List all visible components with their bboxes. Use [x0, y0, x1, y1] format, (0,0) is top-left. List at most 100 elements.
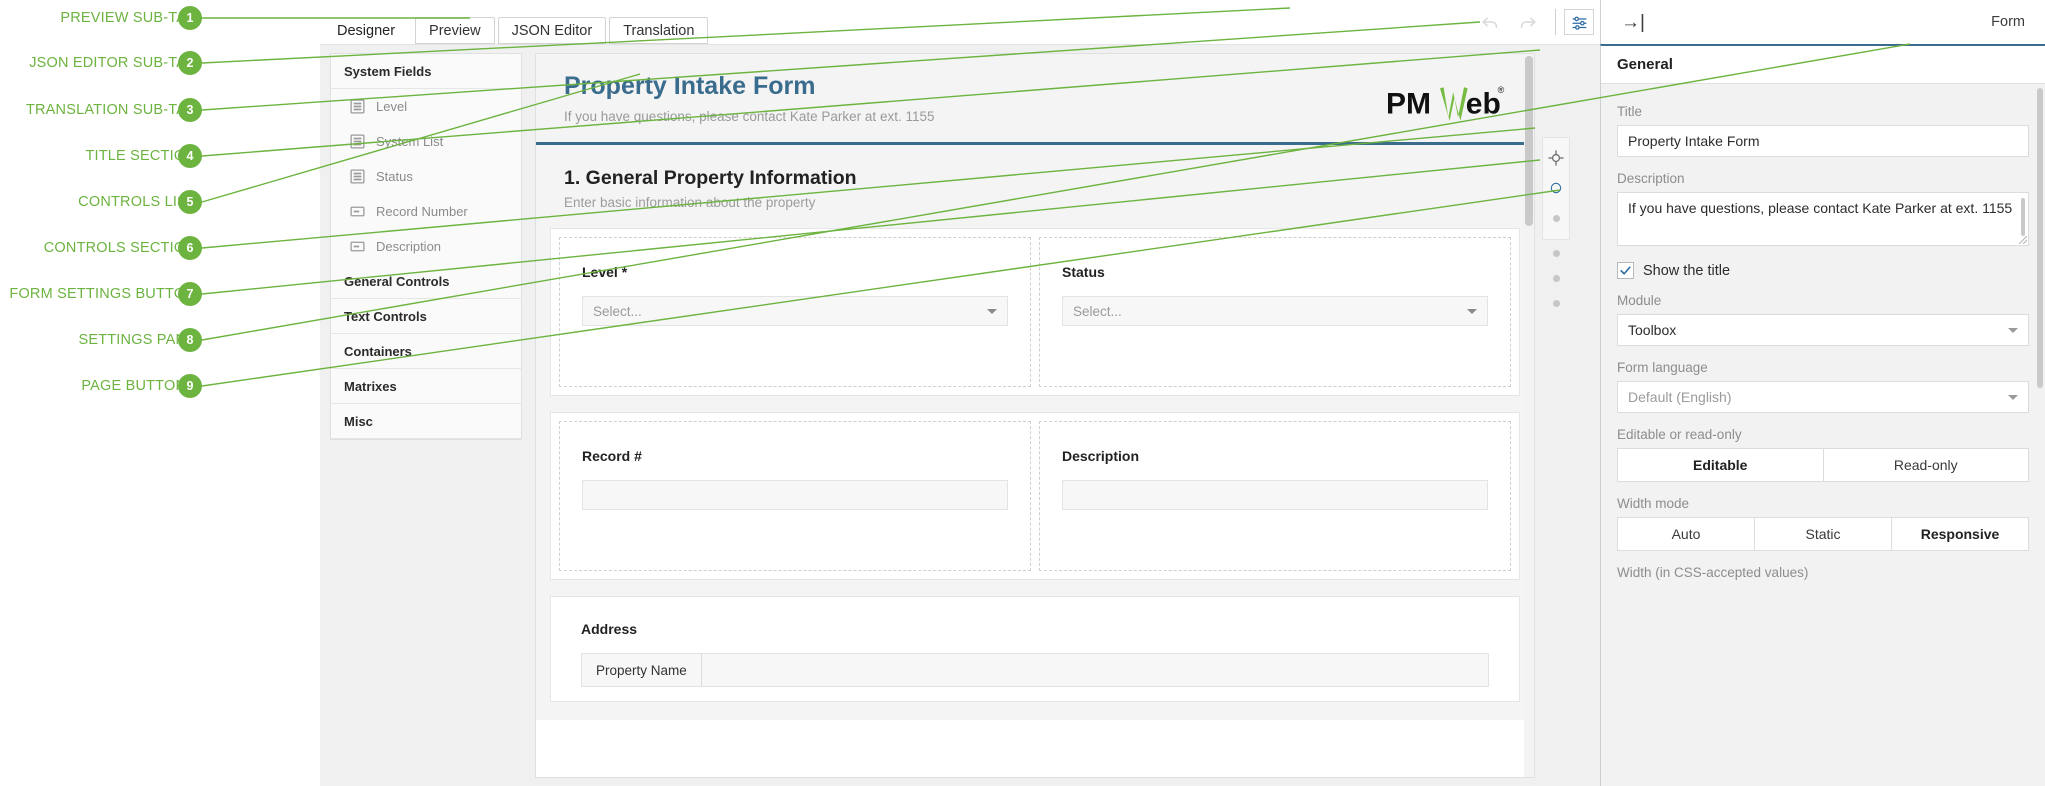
list-control-icon	[349, 168, 366, 185]
form-title-section[interactable]: PM eb ® Property Intake Form If you have…	[536, 54, 1534, 145]
address-table-row[interactable]: Property Name	[581, 653, 1489, 687]
callout-2: JSON EDITOR SUB-TAB	[0, 50, 205, 76]
form-cell-record-number[interactable]: Record #	[559, 421, 1031, 571]
form-subtitle: If you have questions, please contact Ka…	[564, 109, 935, 124]
add-page-button[interactable]	[1544, 176, 1568, 200]
controls-group-containers[interactable]: Containers	[331, 334, 521, 369]
callout-4: TITLE SECTION	[0, 143, 205, 169]
circle-icon	[1550, 182, 1562, 194]
controls-group-matrixes[interactable]: Matrixes	[331, 369, 521, 404]
control-item-label: Record Number	[376, 204, 468, 219]
field-label-level: Level *	[582, 264, 628, 280]
pmweb-logo: PM eb ®	[1386, 80, 1506, 133]
form-title: Property Intake Form	[564, 72, 816, 100]
settings-editable-option-editable[interactable]: Editable	[1618, 449, 1824, 481]
control-item-description[interactable]: Description	[331, 229, 521, 264]
move-page-button[interactable]	[1544, 146, 1568, 170]
settings-show-title-label: Show the title	[1643, 262, 1731, 279]
svg-text:eb: eb	[1466, 88, 1501, 121]
textarea-scrollbar[interactable]	[2021, 198, 2025, 236]
tab-designer[interactable]: Designer	[320, 17, 412, 44]
list-control-icon	[349, 98, 366, 115]
settings-width-mode-option-auto[interactable]: Auto	[1618, 518, 1755, 550]
callout-5-label: CONTROLS LIST	[78, 194, 196, 210]
tab-preview[interactable]: Preview	[415, 17, 495, 44]
callout-6: CONTROLS SECTION	[0, 235, 205, 261]
section-subtitle: Enter basic information about the proper…	[564, 195, 816, 210]
controls-group-general-controls[interactable]: General Controls	[331, 264, 521, 299]
svg-text:PM: PM	[1386, 88, 1431, 121]
callout-5-badge: 5	[178, 190, 202, 214]
control-item-label: Level	[376, 99, 408, 114]
field-select-status[interactable]: Select...	[1062, 296, 1488, 326]
settings-width-mode-option-responsive[interactable]: Responsive	[1892, 518, 2028, 550]
settings-editable-toggle-group: Editable Read-only	[1617, 448, 2029, 482]
control-item-status[interactable]: Status	[331, 159, 521, 194]
settings-module-select[interactable]: Toolbox	[1617, 314, 2029, 346]
canvas-scrollbar[interactable]	[1524, 54, 1534, 777]
callout-7-badge: 7	[178, 282, 202, 306]
controls-group-text-controls[interactable]: Text Controls	[331, 299, 521, 334]
field-label-address: Address	[581, 621, 638, 637]
form-settings-button[interactable]	[1564, 9, 1594, 35]
form-cell-level[interactable]: Level * Select...	[559, 237, 1031, 387]
settings-description-textarea[interactable]: If you have questions, please contact Ka…	[1617, 192, 2029, 246]
form-cell-status[interactable]: Status Select...	[1039, 237, 1511, 387]
controls-section[interactable]: 1. General Property Information Enter ba…	[536, 145, 1534, 228]
callout-6-badge: 6	[178, 236, 202, 260]
tab-translation[interactable]: Translation	[609, 17, 709, 44]
settings-editable-option-readonly[interactable]: Read-only	[1824, 449, 2029, 481]
toolbar-divider	[1555, 9, 1556, 35]
callout-2-badge: 2	[178, 51, 202, 75]
settings-width-mode-label: Width mode	[1617, 496, 1690, 511]
settings-show-title-row[interactable]: Show the title	[1617, 262, 2029, 279]
settings-pane-body: Title Property Intake Form Description I…	[1601, 84, 2045, 580]
controls-group-misc[interactable]: Misc	[331, 404, 521, 439]
undo-button[interactable]	[1475, 8, 1505, 36]
field-input-record-number[interactable]	[582, 480, 1008, 510]
controls-group-system-fields[interactable]: System Fields	[331, 54, 521, 89]
section-rows-wrapper: Level * Select... Status Select... Recor…	[536, 228, 1534, 720]
page-handle-dot[interactable]	[1552, 215, 1560, 222]
callout-8: SETTINGS PANE	[0, 327, 205, 353]
callout-6-label: CONTROLS SECTION	[43, 240, 196, 256]
settings-module-value: Toolbox	[1628, 322, 1677, 338]
collapse-pane-icon[interactable]: →|	[1621, 13, 1645, 32]
page-handle-dot[interactable]	[1552, 300, 1560, 307]
redo-button[interactable]	[1513, 8, 1543, 36]
control-item-level[interactable]: Level	[331, 89, 521, 124]
form-title-rule	[536, 142, 1534, 145]
control-item-label: Status	[376, 169, 413, 184]
form-canvas: PM eb ® Property Intake Form If you have…	[535, 53, 1535, 778]
callout-9-label: PAGE BUTTONS	[81, 378, 196, 394]
settings-width-mode-option-static[interactable]: Static	[1755, 518, 1892, 550]
field-input-description[interactable]	[1062, 480, 1488, 510]
page-handle-dot[interactable]	[1552, 275, 1560, 282]
chevron-down-icon	[1467, 308, 1477, 314]
designer-workspace: System Fields Level System List Status R…	[320, 44, 1600, 786]
form-row-address[interactable]: Address Property Name	[550, 596, 1520, 702]
settings-show-title-checkbox[interactable]	[1617, 262, 1634, 279]
settings-width-mode-toggle-group: Auto Static Responsive	[1617, 517, 2029, 551]
settings-language-label: Form language	[1617, 360, 1708, 375]
check-icon	[1620, 266, 1631, 275]
tab-json-editor[interactable]: JSON Editor	[497, 17, 607, 44]
settings-title-input[interactable]: Property Intake Form	[1617, 125, 2029, 157]
settings-description-text: If you have questions, please contact Ka…	[1628, 200, 2013, 216]
page-handle-dot[interactable]	[1552, 250, 1560, 257]
control-item-record-number[interactable]: Record Number	[331, 194, 521, 229]
callout-1-label: PREVIEW SUB-TAB	[60, 10, 196, 26]
form-cell-description[interactable]: Description	[1039, 421, 1511, 571]
redo-icon	[1520, 17, 1536, 29]
callout-3-label: TRANSLATION SUB-TAB	[25, 102, 196, 118]
page-handle-dots	[1542, 241, 1570, 316]
callout-7-label: FORM SETTINGS BUTTON	[9, 286, 196, 302]
settings-title-label: Title	[1617, 104, 1643, 119]
canvas-scrollbar-thumb[interactable]	[1525, 56, 1533, 226]
field-select-level[interactable]: Select...	[582, 296, 1008, 326]
settings-pane-section-header: General	[1601, 46, 2045, 84]
resize-grip-icon[interactable]	[2019, 236, 2027, 244]
settings-pane-scrollbar[interactable]	[2037, 88, 2043, 388]
settings-language-select[interactable]: Default (English)	[1617, 381, 2029, 413]
control-item-system-list[interactable]: System List	[331, 124, 521, 159]
